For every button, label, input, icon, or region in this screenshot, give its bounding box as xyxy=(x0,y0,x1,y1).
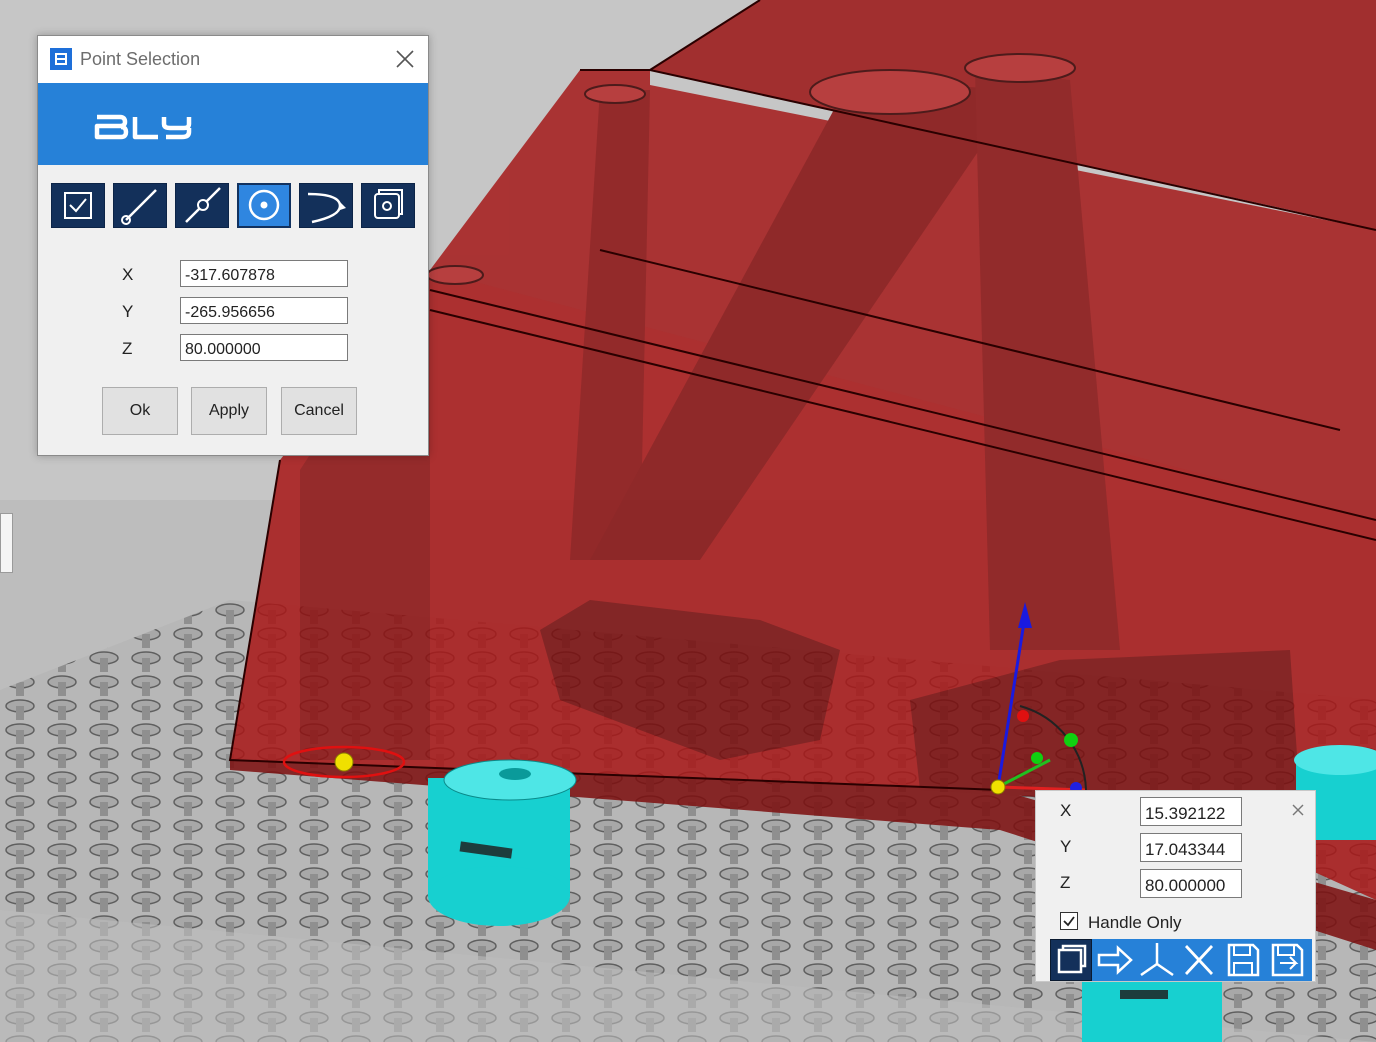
panel-close-icon[interactable] xyxy=(1291,803,1305,817)
axes-button[interactable] xyxy=(1136,939,1178,981)
select-circle-center-button[interactable] xyxy=(237,183,291,228)
line-icon xyxy=(121,189,157,225)
panel-x-field[interactable] xyxy=(1140,797,1242,826)
app-icon xyxy=(50,48,72,70)
x-label: X xyxy=(122,265,134,284)
panel-y-label: Y xyxy=(1060,837,1072,856)
select-line-end-button[interactable] xyxy=(113,183,167,228)
z-label: Z xyxy=(122,339,133,358)
panel-z-field[interactable] xyxy=(1140,869,1242,898)
line-midpoint-icon xyxy=(185,187,221,223)
circle-center-icon xyxy=(248,189,280,221)
apply-button[interactable]: Apply xyxy=(191,387,267,435)
axes-icon xyxy=(1140,943,1174,977)
save-as-icon xyxy=(1271,943,1304,977)
bly-logo xyxy=(94,114,192,140)
select-face-button[interactable] xyxy=(361,183,415,228)
select-line-mid-button[interactable] xyxy=(175,183,229,228)
handle-only-label: Handle Only xyxy=(1088,913,1182,932)
handle-toolbar xyxy=(1050,939,1312,981)
x-field[interactable] xyxy=(180,260,348,287)
face-center-icon xyxy=(374,189,403,219)
selected-point xyxy=(334,752,354,772)
checkbox-select-icon xyxy=(64,192,92,219)
arc-icon xyxy=(307,192,346,224)
save-as-button[interactable] xyxy=(1266,939,1308,981)
y-field[interactable] xyxy=(180,297,348,324)
delete-button[interactable] xyxy=(1178,939,1220,981)
close-icon[interactable] xyxy=(393,47,417,71)
select-checkbox-button[interactable] xyxy=(51,183,105,228)
close-x-icon xyxy=(1184,945,1214,975)
cancel-button[interactable]: Cancel xyxy=(281,387,357,435)
handle-coordinate-panel: X Y Z Handle Only xyxy=(1035,790,1316,982)
dialog-title: Point Selection xyxy=(80,49,201,69)
panel-z-label: Z xyxy=(1060,873,1071,892)
select-arc-button[interactable] xyxy=(299,183,353,228)
checkmark-icon xyxy=(1063,916,1075,927)
arrow-right-icon xyxy=(1097,945,1133,975)
locator-cylinder-1 xyxy=(428,759,577,926)
panel-x-label: X xyxy=(1060,801,1072,820)
edge-panel-sliver xyxy=(0,513,13,573)
handle-only-checkbox[interactable] xyxy=(1060,912,1078,930)
save-button[interactable] xyxy=(1222,939,1264,981)
panel-y-field[interactable] xyxy=(1140,833,1242,862)
y-label: Y xyxy=(122,302,134,321)
point-selection-dialog: Point Selection X -317.607878 Y -265.956… xyxy=(37,35,429,456)
move-button[interactable] xyxy=(1094,939,1136,981)
ok-button[interactable]: Ok xyxy=(102,387,178,435)
z-field[interactable] xyxy=(180,334,348,361)
brand-banner xyxy=(38,83,428,165)
locator-cylinder-2 xyxy=(1082,980,1222,1042)
new-frame-icon xyxy=(1057,944,1087,974)
new-frame-button[interactable] xyxy=(1050,939,1092,981)
dialog-titlebar: Point Selection xyxy=(38,36,428,83)
save-icon xyxy=(1227,943,1260,977)
